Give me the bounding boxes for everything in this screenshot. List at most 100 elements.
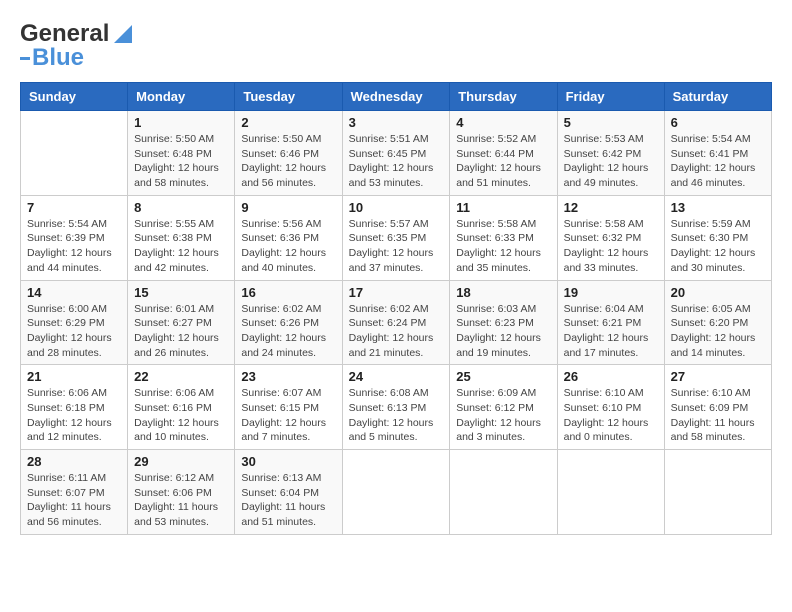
- day-info: Sunrise: 6:11 AM Sunset: 6:07 PM Dayligh…: [27, 471, 121, 530]
- day-number: 24: [349, 369, 444, 384]
- calendar-cell: 10 Sunrise: 5:57 AM Sunset: 6:35 PM Dayli…: [342, 195, 450, 280]
- header-sunday: Sunday: [21, 83, 128, 111]
- day-number: 2: [241, 115, 335, 130]
- header-tuesday: Tuesday: [235, 83, 342, 111]
- logo-blue: Blue: [32, 44, 84, 72]
- calendar-cell: 21 Sunrise: 6:06 AM Sunset: 6:18 PM Dayli…: [21, 365, 128, 450]
- calendar-cell: 13 Sunrise: 5:59 AM Sunset: 6:30 PM Dayli…: [664, 195, 771, 280]
- day-info: Sunrise: 5:55 AM Sunset: 6:38 PM Dayligh…: [134, 217, 228, 276]
- day-number: 15: [134, 285, 228, 300]
- week-row-2: 7 Sunrise: 5:54 AM Sunset: 6:39 PM Daylig…: [21, 195, 772, 280]
- calendar-cell: [450, 450, 557, 535]
- day-number: 23: [241, 369, 335, 384]
- day-number: 25: [456, 369, 550, 384]
- calendar-cell: 12 Sunrise: 5:58 AM Sunset: 6:32 PM Dayli…: [557, 195, 664, 280]
- calendar-cell: 20 Sunrise: 6:05 AM Sunset: 6:20 PM Dayli…: [664, 280, 771, 365]
- page-header: General Blue: [20, 20, 772, 72]
- day-number: 13: [671, 200, 765, 215]
- calendar-cell: 29 Sunrise: 6:12 AM Sunset: 6:06 PM Dayli…: [128, 450, 235, 535]
- calendar-cell: 23Sunrise: 6:07 AM Sunset: 6:15 PM Dayli…: [235, 365, 342, 450]
- calendar-cell: 14 Sunrise: 6:00 AM Sunset: 6:29 PM Dayli…: [21, 280, 128, 365]
- calendar-cell: 6Sunrise: 5:54 AM Sunset: 6:41 PM Daylig…: [664, 111, 771, 196]
- calendar-cell: 9 Sunrise: 5:56 AM Sunset: 6:36 PM Daylig…: [235, 195, 342, 280]
- logo-line1: [20, 57, 30, 60]
- day-info: Sunrise: 5:50 AM Sunset: 6:48 PM Dayligh…: [134, 132, 228, 191]
- day-info: Sunrise: 6:02 AM Sunset: 6:26 PM Dayligh…: [241, 302, 335, 361]
- day-info: Sunrise: 6:03 AM Sunset: 6:23 PM Dayligh…: [456, 302, 550, 361]
- day-info: Sunrise: 5:56 AM Sunset: 6:36 PM Dayligh…: [241, 217, 335, 276]
- day-info: Sunrise: 6:04 AM Sunset: 6:21 PM Dayligh…: [564, 302, 658, 361]
- calendar-cell: [664, 450, 771, 535]
- calendar-cell: 1 Sunrise: 5:50 AM Sunset: 6:48 PM Daylig…: [128, 111, 235, 196]
- calendar-cell: [342, 450, 450, 535]
- day-number: 22: [134, 369, 228, 384]
- day-number: 9: [241, 200, 335, 215]
- day-info: Sunrise: 6:05 AM Sunset: 6:20 PM Dayligh…: [671, 302, 765, 361]
- day-info: Sunrise: 6:12 AM Sunset: 6:06 PM Dayligh…: [134, 471, 228, 530]
- calendar-cell: 26 Sunrise: 6:10 AM Sunset: 6:10 PM Dayli…: [557, 365, 664, 450]
- day-info: Sunrise: 5:59 AM Sunset: 6:30 PM Dayligh…: [671, 217, 765, 276]
- header-saturday: Saturday: [664, 83, 771, 111]
- day-info: Sunrise: 6:00 AM Sunset: 6:29 PM Dayligh…: [27, 302, 121, 361]
- day-number: 14: [27, 285, 121, 300]
- calendar-cell: 22 Sunrise: 6:06 AM Sunset: 6:16 PM Dayli…: [128, 365, 235, 450]
- calendar-cell: 16 Sunrise: 6:02 AM Sunset: 6:26 PM Dayli…: [235, 280, 342, 365]
- header-thursday: Thursday: [450, 83, 557, 111]
- calendar-cell: 24 Sunrise: 6:08 AM Sunset: 6:13 PM Dayli…: [342, 365, 450, 450]
- day-number: 7: [27, 200, 121, 215]
- day-number: 11: [456, 200, 550, 215]
- day-info: Sunrise: 6:02 AM Sunset: 6:24 PM Dayligh…: [349, 302, 444, 361]
- day-info: Sunrise: 5:50 AM Sunset: 6:46 PM Dayligh…: [241, 132, 335, 191]
- day-number: 1: [134, 115, 228, 130]
- day-number: 8: [134, 200, 228, 215]
- day-info: Sunrise: 6:13 AM Sunset: 6:04 PM Dayligh…: [241, 471, 335, 530]
- day-number: 26: [564, 369, 658, 384]
- day-info: Sunrise: 6:10 AM Sunset: 6:09 PM Dayligh…: [671, 386, 765, 445]
- calendar-cell: 17Sunrise: 6:02 AM Sunset: 6:24 PM Dayli…: [342, 280, 450, 365]
- calendar-cell: [557, 450, 664, 535]
- day-info: Sunrise: 5:51 AM Sunset: 6:45 PM Dayligh…: [349, 132, 444, 191]
- day-info: Sunrise: 5:52 AM Sunset: 6:44 PM Dayligh…: [456, 132, 550, 191]
- day-number: 5: [564, 115, 658, 130]
- week-row-1: 1 Sunrise: 5:50 AM Sunset: 6:48 PM Daylig…: [21, 111, 772, 196]
- day-number: 12: [564, 200, 658, 215]
- header-friday: Friday: [557, 83, 664, 111]
- calendar-cell: 7 Sunrise: 5:54 AM Sunset: 6:39 PM Daylig…: [21, 195, 128, 280]
- day-number: 28: [27, 454, 121, 469]
- day-info: Sunrise: 6:06 AM Sunset: 6:16 PM Dayligh…: [134, 386, 228, 445]
- day-number: 29: [134, 454, 228, 469]
- calendar-cell: 3 Sunrise: 5:51 AM Sunset: 6:45 PM Daylig…: [342, 111, 450, 196]
- day-number: 3: [349, 115, 444, 130]
- day-info: Sunrise: 5:53 AM Sunset: 6:42 PM Dayligh…: [564, 132, 658, 191]
- week-row-5: 28 Sunrise: 6:11 AM Sunset: 6:07 PM Dayli…: [21, 450, 772, 535]
- calendar-cell: [21, 111, 128, 196]
- day-info: Sunrise: 6:01 AM Sunset: 6:27 PM Dayligh…: [134, 302, 228, 361]
- day-info: Sunrise: 6:09 AM Sunset: 6:12 PM Dayligh…: [456, 386, 550, 445]
- day-number: 16: [241, 285, 335, 300]
- calendar-cell: 30Sunrise: 6:13 AM Sunset: 6:04 PM Dayli…: [235, 450, 342, 535]
- day-info: Sunrise: 6:10 AM Sunset: 6:10 PM Dayligh…: [564, 386, 658, 445]
- header-wednesday: Wednesday: [342, 83, 450, 111]
- day-info: Sunrise: 5:57 AM Sunset: 6:35 PM Dayligh…: [349, 217, 444, 276]
- day-info: Sunrise: 5:54 AM Sunset: 6:41 PM Dayligh…: [671, 132, 765, 191]
- day-number: 20: [671, 285, 765, 300]
- week-row-3: 14 Sunrise: 6:00 AM Sunset: 6:29 PM Dayli…: [21, 280, 772, 365]
- calendar-cell: 8 Sunrise: 5:55 AM Sunset: 6:38 PM Daylig…: [128, 195, 235, 280]
- day-number: 27: [671, 369, 765, 384]
- day-info: Sunrise: 5:58 AM Sunset: 6:32 PM Dayligh…: [564, 217, 658, 276]
- calendar-table: SundayMondayTuesdayWednesdayThursdayFrid…: [20, 82, 772, 535]
- day-number: 4: [456, 115, 550, 130]
- day-number: 10: [349, 200, 444, 215]
- logo-icon: [110, 23, 132, 45]
- day-info: Sunrise: 6:08 AM Sunset: 6:13 PM Dayligh…: [349, 386, 444, 445]
- day-number: 21: [27, 369, 121, 384]
- logo: General Blue: [20, 20, 132, 72]
- day-number: 18: [456, 285, 550, 300]
- calendar-cell: 15 Sunrise: 6:01 AM Sunset: 6:27 PM Dayli…: [128, 280, 235, 365]
- day-info: Sunrise: 5:54 AM Sunset: 6:39 PM Dayligh…: [27, 217, 121, 276]
- calendar-cell: 28 Sunrise: 6:11 AM Sunset: 6:07 PM Dayli…: [21, 450, 128, 535]
- calendar-cell: 27 Sunrise: 6:10 AM Sunset: 6:09 PM Dayli…: [664, 365, 771, 450]
- day-info: Sunrise: 6:06 AM Sunset: 6:18 PM Dayligh…: [27, 386, 121, 445]
- calendar-cell: 2 Sunrise: 5:50 AM Sunset: 6:46 PM Daylig…: [235, 111, 342, 196]
- calendar-cell: 19Sunrise: 6:04 AM Sunset: 6:21 PM Dayli…: [557, 280, 664, 365]
